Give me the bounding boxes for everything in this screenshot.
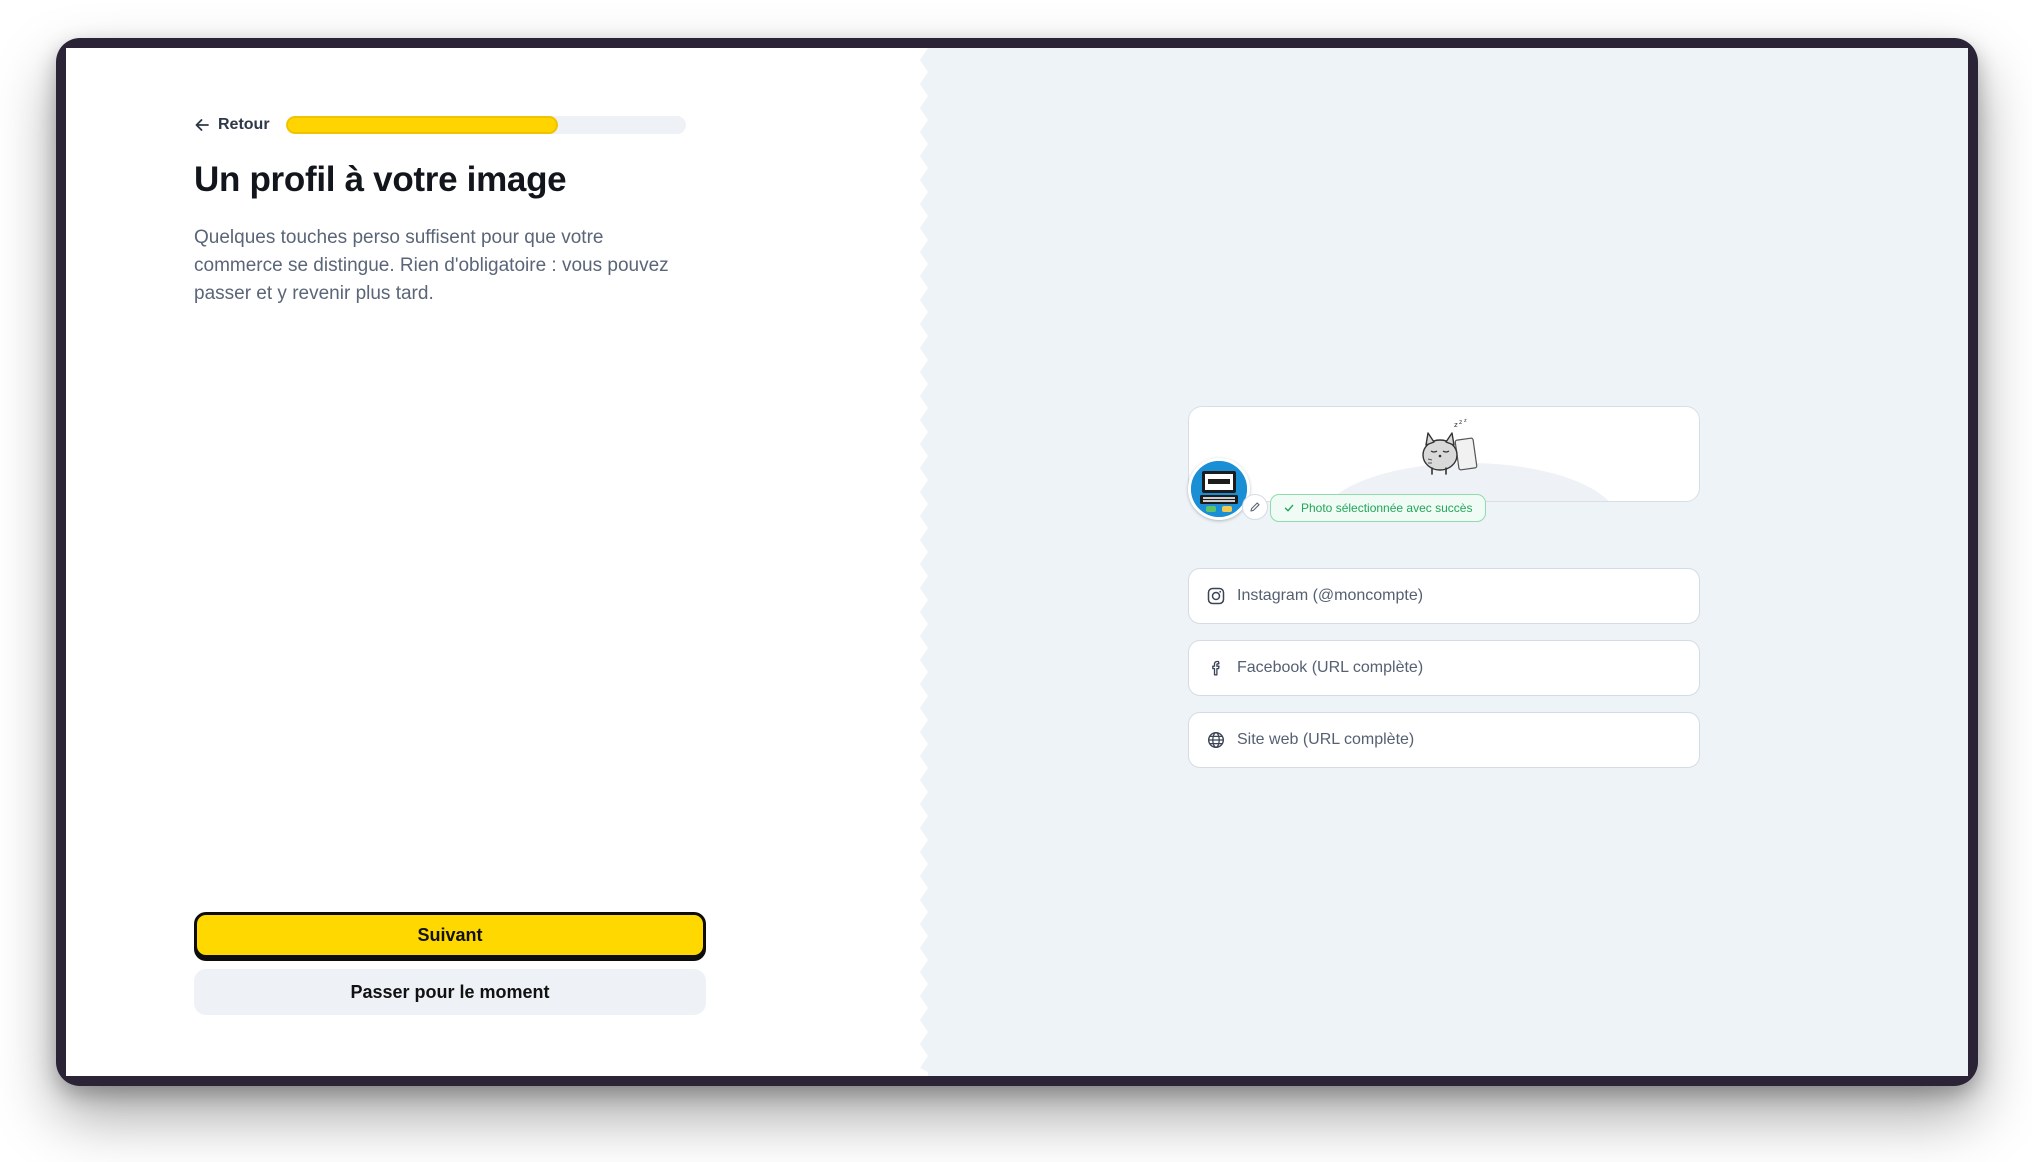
sleeping-cat-icon: z z z: [1422, 419, 1478, 475]
svg-text:z: z: [1464, 419, 1467, 424]
app-screen: Retour Un profil à votre image Quelques …: [66, 48, 1968, 1076]
facebook-field[interactable]: [1188, 640, 1700, 696]
instagram-field[interactable]: [1188, 568, 1700, 624]
page-title: Un profil à votre image: [194, 160, 567, 199]
zigzag-divider: [920, 48, 936, 1076]
globe-icon: [1207, 731, 1225, 749]
edit-photo-button[interactable]: [1242, 494, 1268, 520]
arrow-left-icon: [194, 117, 210, 133]
website-field[interactable]: [1188, 712, 1700, 768]
device-frame: Retour Un profil à votre image Quelques …: [56, 38, 1978, 1086]
check-icon: [1284, 504, 1294, 512]
success-badge: Photo sélectionnée avec succès: [1270, 494, 1487, 522]
instagram-input[interactable]: [1235, 586, 1675, 606]
cover-image[interactable]: z z z: [1188, 406, 1700, 502]
progress-fill: [285, 116, 558, 134]
profile-avatar[interactable]: [1188, 458, 1250, 520]
back-label: Retour: [218, 116, 270, 133]
preview-panel: [928, 48, 1968, 1076]
svg-text:z: z: [1459, 419, 1462, 426]
top-bar: Retour: [194, 112, 686, 138]
facebook-icon: [1207, 659, 1225, 677]
facebook-input[interactable]: [1235, 658, 1675, 678]
computer-icon: [1191, 461, 1247, 517]
instagram-icon: [1207, 587, 1225, 605]
pencil-icon: [1250, 502, 1260, 512]
progress-bar: [285, 116, 686, 134]
page-description: Quelques touches perso suffisent pour qu…: [194, 227, 669, 304]
skip-button[interactable]: Passer pour le moment: [194, 969, 706, 1015]
onboarding-panel: Retour Un profil à votre image Quelques …: [66, 48, 928, 1076]
svg-text:z: z: [1454, 421, 1458, 429]
next-button[interactable]: Suivant: [194, 912, 706, 958]
back-button[interactable]: Retour: [194, 116, 270, 134]
success-message: Photo sélectionnée avec succès: [1301, 501, 1473, 515]
website-input[interactable]: [1235, 730, 1675, 750]
